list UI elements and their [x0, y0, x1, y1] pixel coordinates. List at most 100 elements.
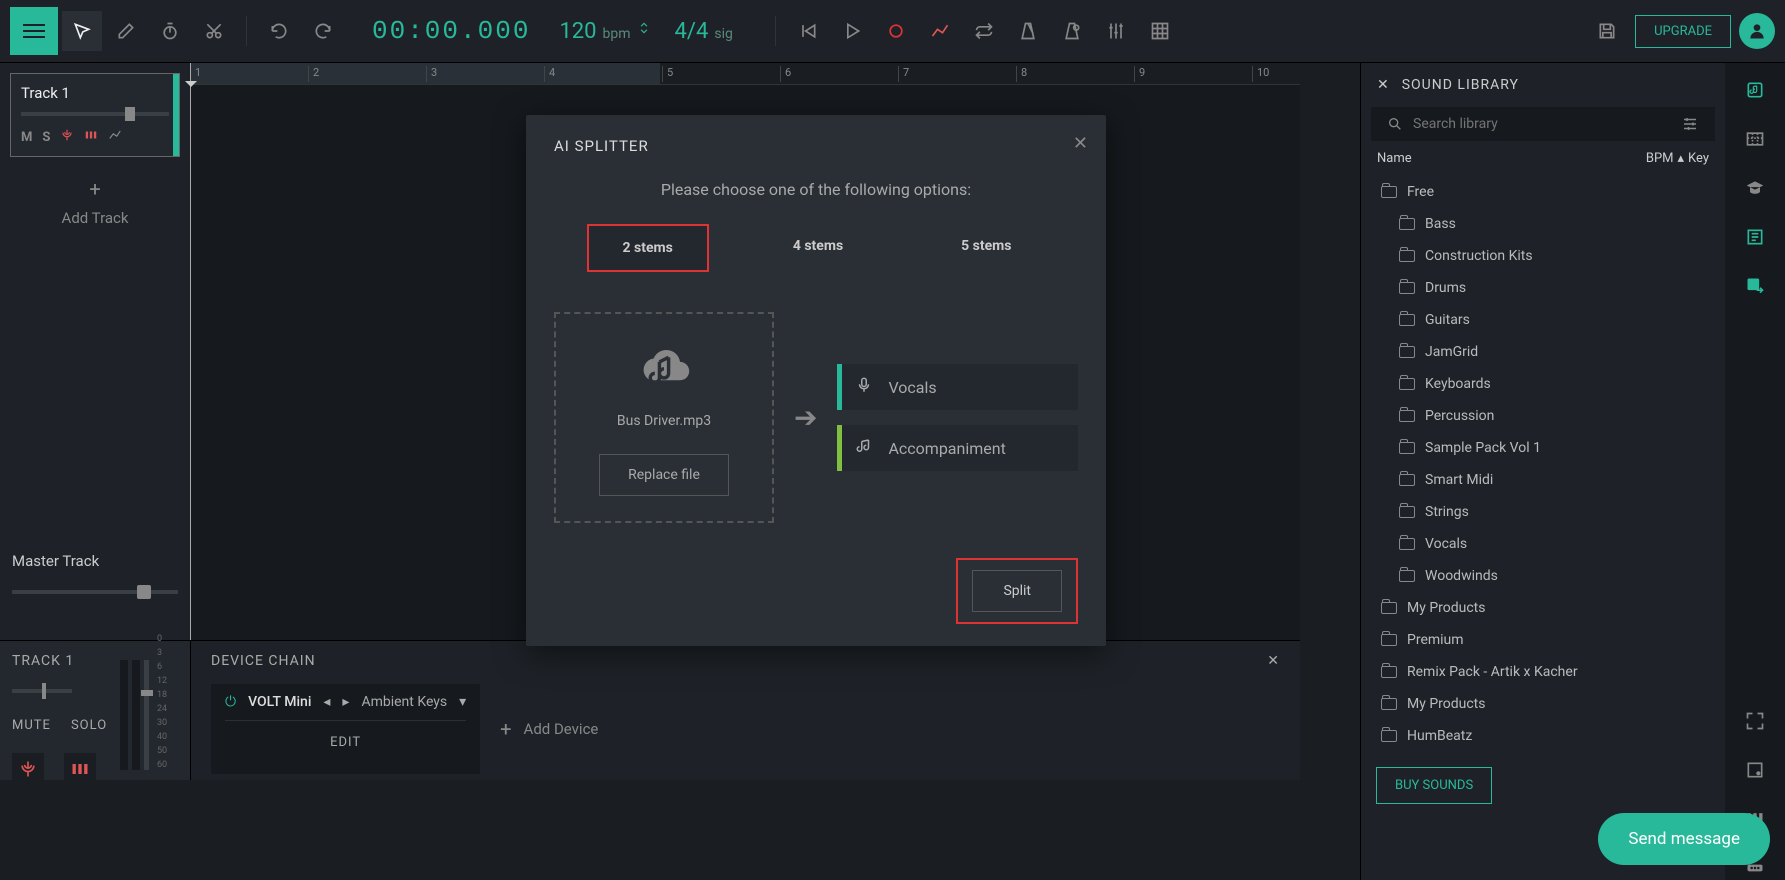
chevron-down-icon[interactable]: ▾ [459, 694, 466, 710]
preset-next-icon[interactable]: ▸ [342, 694, 349, 710]
library-folder[interactable]: Drums [1371, 272, 1715, 304]
close-icon[interactable]: ✕ [1267, 653, 1280, 669]
folder-icon [1381, 666, 1397, 678]
graduation-icon[interactable] [1743, 176, 1767, 200]
library-folder[interactable]: Free [1371, 176, 1715, 208]
countdown-button[interactable] [1052, 11, 1092, 51]
library-folder[interactable]: Guitars [1371, 304, 1715, 336]
menu-button[interactable] [10, 7, 58, 55]
library-folder[interactable]: Bass [1371, 208, 1715, 240]
mixer-button[interactable] [1096, 11, 1136, 51]
library-folder[interactable]: My Products [1371, 688, 1715, 720]
preset-prev-icon[interactable]: ◂ [323, 694, 330, 710]
maximize-icon[interactable] [1743, 758, 1767, 782]
stopwatch-tool[interactable] [150, 11, 190, 51]
upgrade-button[interactable]: UPGRADE [1635, 15, 1731, 48]
library-folder[interactable]: Smart Midi [1371, 464, 1715, 496]
library-folder[interactable]: Woodwinds [1371, 560, 1715, 592]
playhead[interactable] [190, 63, 191, 640]
library-folder[interactable]: Sample Pack Vol 1 [1371, 432, 1715, 464]
edit-device-button[interactable]: EDIT [225, 720, 466, 764]
add-device-button[interactable]: + Add Device [500, 717, 598, 741]
search-bar[interactable] [1371, 107, 1715, 141]
collapse-icon[interactable] [1743, 709, 1767, 733]
mute-button[interactable]: MUTE [12, 718, 51, 733]
ruler-tick: 7 [898, 66, 909, 82]
stem-tab[interactable]: 2 stems [587, 224, 709, 272]
library-tab-icon[interactable] [1743, 78, 1767, 102]
mute-toggle[interactable]: M [21, 130, 32, 145]
snap-button[interactable] [1140, 11, 1180, 51]
search-input[interactable] [1413, 116, 1671, 132]
solo-toggle[interactable]: S [42, 130, 50, 145]
device-preset[interactable]: Ambient Keys [361, 694, 447, 710]
save-icon[interactable] [1587, 11, 1627, 51]
record-arm-icon[interactable] [60, 128, 74, 146]
folder-label: Premium [1407, 632, 1464, 648]
col-key[interactable]: Key [1688, 151, 1709, 166]
pencil-tool[interactable] [106, 11, 146, 51]
library-folder[interactable]: Percussion [1371, 400, 1715, 432]
track-volume-slider[interactable] [21, 112, 169, 116]
play-button[interactable] [832, 11, 872, 51]
folder-label: Vocals [1425, 536, 1467, 552]
library-folder[interactable]: My Products [1371, 592, 1715, 624]
cut-tool[interactable] [194, 11, 234, 51]
track-card[interactable]: Track 1 M S [10, 73, 180, 157]
send-message-button[interactable]: Send message [1598, 813, 1770, 865]
mic-icon[interactable] [12, 753, 44, 785]
avatar[interactable] [1739, 13, 1775, 49]
midi-icon[interactable] [64, 753, 96, 785]
bpm-display[interactable]: 120 bpm [559, 18, 650, 44]
library-folder[interactable]: Premium [1371, 624, 1715, 656]
time-signature[interactable]: 4/4 sig [675, 19, 733, 44]
library-folder[interactable]: Vocals [1371, 528, 1715, 560]
add-track-button[interactable]: + Add Track [0, 177, 190, 227]
search-icon [1387, 116, 1403, 132]
redo-button[interactable] [303, 11, 343, 51]
meter-label: 60 [157, 760, 167, 770]
file-dropzone[interactable]: Bus Driver.mp3 Replace file [554, 312, 774, 523]
stem-item[interactable]: Vocals [837, 364, 1078, 410]
bpm-stepper-icon[interactable] [637, 18, 651, 38]
loop-button[interactable] [964, 11, 1004, 51]
solo-button[interactable]: SOLO [71, 718, 107, 733]
rewind-button[interactable] [788, 11, 828, 51]
split-button[interactable]: Split [972, 570, 1062, 612]
automation-icon[interactable] [108, 128, 122, 146]
stem-item[interactable]: Accompaniment [837, 425, 1078, 471]
ruler[interactable]: 12345678910 [190, 63, 1300, 85]
col-bpm[interactable]: BPM [1646, 151, 1674, 166]
metronome-button[interactable] [1008, 11, 1048, 51]
close-icon[interactable]: ✕ [1377, 77, 1390, 93]
ai-tab-icon[interactable] [1743, 225, 1767, 249]
folder-icon [1399, 218, 1415, 230]
folder-icon [1399, 250, 1415, 262]
loops-tab-icon[interactable] [1743, 127, 1767, 151]
device-card[interactable]: ⏻ VOLT Mini ◂▸ Ambient Keys ▾ EDIT [211, 684, 480, 774]
ruler-tick: 8 [1016, 66, 1027, 82]
time-display[interactable]: 00:00.000 [372, 16, 530, 46]
col-name[interactable]: Name [1377, 151, 1646, 166]
library-folder[interactable]: Keyboards [1371, 368, 1715, 400]
library-folder[interactable]: Strings [1371, 496, 1715, 528]
library-folder[interactable]: Construction Kits [1371, 240, 1715, 272]
record-button[interactable] [876, 11, 916, 51]
cursor-tool[interactable] [62, 11, 102, 51]
power-icon[interactable]: ⏻ [225, 694, 236, 710]
filter-icon[interactable] [1681, 115, 1699, 133]
undo-button[interactable] [259, 11, 299, 51]
master-volume-slider[interactable] [12, 590, 178, 594]
folder-icon [1381, 634, 1397, 646]
close-icon[interactable]: ✕ [1073, 133, 1088, 154]
import-icon[interactable] [1743, 274, 1767, 298]
library-folder[interactable]: Remix Pack - Artik x Kacher [1371, 656, 1715, 688]
stem-tab[interactable]: 4 stems [759, 224, 877, 272]
stem-tab[interactable]: 5 stems [927, 224, 1045, 272]
automation-button[interactable] [920, 11, 960, 51]
replace-file-button[interactable]: Replace file [599, 454, 729, 496]
buy-sounds-button[interactable]: BUY SOUNDS [1376, 767, 1492, 804]
library-folder[interactable]: HumBeatz [1371, 720, 1715, 752]
keyboard-icon[interactable] [84, 128, 98, 146]
library-folder[interactable]: JamGrid [1371, 336, 1715, 368]
